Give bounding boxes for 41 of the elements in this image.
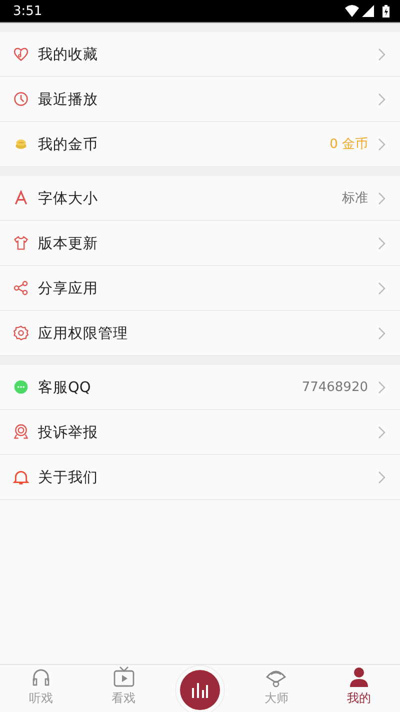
chevron-icon bbox=[378, 192, 386, 204]
medal-icon bbox=[13, 424, 29, 440]
menu-item[interactable]: 字体大小 标准 bbox=[0, 176, 400, 221]
share-icon bbox=[13, 280, 29, 296]
menu-item[interactable]: 客服QQ 77468920 bbox=[0, 365, 400, 410]
chevron-icon bbox=[378, 236, 386, 250]
chevron-icon bbox=[378, 380, 386, 394]
bars-icon bbox=[190, 680, 210, 700]
menu-value: 0 金币 bbox=[330, 136, 368, 153]
chevron-icon bbox=[378, 470, 386, 484]
battery-icon bbox=[382, 4, 390, 18]
shirt-icon bbox=[13, 235, 29, 251]
menu-item[interactable]: 应用权限管理 bbox=[0, 311, 400, 356]
bell-icon bbox=[13, 469, 29, 485]
menu-item[interactable]: 关于我们 bbox=[0, 455, 400, 500]
menu-item[interactable]: 版本更新 bbox=[0, 221, 400, 266]
chevron-icon bbox=[378, 282, 386, 294]
menu-item[interactable]: 我的金币 0 金币 bbox=[0, 122, 400, 167]
menu-value: 77468920 bbox=[302, 380, 368, 394]
clock-icon bbox=[13, 91, 29, 107]
wifi-icon bbox=[345, 5, 359, 17]
letter-a-icon bbox=[13, 190, 29, 206]
chat-icon bbox=[13, 379, 29, 395]
menu-item[interactable]: 投诉举报 bbox=[0, 410, 400, 455]
chevron-icon bbox=[378, 426, 386, 438]
settings-icon bbox=[13, 325, 29, 341]
status-time: 3:51 bbox=[13, 4, 44, 18]
menu-item[interactable]: 分享应用 bbox=[0, 266, 400, 311]
chevron-icon bbox=[378, 138, 386, 150]
signal-icon bbox=[362, 5, 374, 17]
center-play-button[interactable] bbox=[180, 670, 220, 710]
heart-icon bbox=[13, 46, 29, 62]
person-icon bbox=[348, 666, 370, 688]
menu-value: 标准 bbox=[342, 190, 368, 207]
chevron-icon bbox=[378, 92, 386, 106]
nav-tab[interactable]: 我的 bbox=[318, 665, 400, 712]
chevron-icon bbox=[378, 326, 386, 340]
menu-item[interactable]: 最近播放 bbox=[0, 77, 400, 122]
chevron-icon bbox=[378, 48, 386, 60]
menu-item[interactable]: 我的收藏 bbox=[0, 32, 400, 77]
tv-icon bbox=[112, 666, 135, 688]
